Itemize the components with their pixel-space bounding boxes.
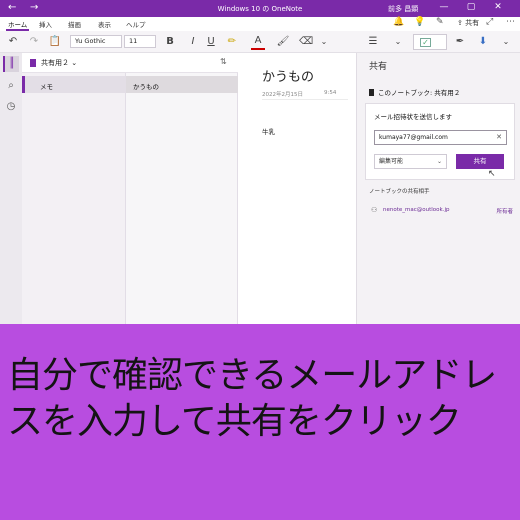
page-time: 9:54 [324, 90, 337, 96]
share-notebook-label: このノートブック: 共有用２ [378, 89, 461, 97]
maximize-button[interactable]: ▢ [463, 2, 479, 12]
title-underline [262, 99, 348, 100]
list-icon[interactable]: ☰ [366, 34, 380, 50]
font-color-icon[interactable]: A [251, 34, 265, 50]
bell-icon[interactable]: 🔔 [393, 17, 404, 27]
recent-clock-icon[interactable]: ◷ [3, 99, 19, 115]
share-top-button[interactable]: ⇪ 共有 [457, 18, 479, 28]
ribbon-toolbar: ↶ ↷ 📋 Yu Gothic 11 B I U ✏ A 🖌 ⌫ ⌄ ☰ ⌄ ✓… [0, 31, 520, 53]
clear-icon[interactable]: ✕ [496, 131, 502, 144]
onenote-window: ← → Windows 10 の OneNote 前多 昌顕 — ▢ ✕ ホーム… [0, 0, 520, 324]
email-input[interactable]: kumaya77@gmail.com ✕ [374, 130, 507, 145]
eraser-icon[interactable]: ⌫ [299, 34, 313, 50]
pages-pane: かうもの [126, 73, 238, 324]
close-button[interactable]: ✕ [490, 2, 506, 12]
clipboard-icon[interactable]: 📋 [48, 34, 62, 50]
member-email[interactable]: nenote_mac@outlook.jp [383, 207, 449, 213]
font-size-box[interactable]: 11 [124, 35, 156, 48]
caption-line-2: スを入力して共有をクリック [7, 401, 462, 442]
italic-button[interactable]: I [186, 34, 200, 50]
tab-draw[interactable]: 描画 [68, 19, 81, 29]
notebook-icon [30, 59, 36, 67]
notebook-name: 共有用２ ⌄ [41, 59, 78, 67]
page-label: かうもの [133, 83, 159, 91]
share-button[interactable]: 共有 [456, 154, 504, 169]
notebooks-icon[interactable]: ║ [3, 56, 19, 72]
minimize-button[interactable]: — [436, 2, 452, 12]
chevron-down-icon: ⌄ [436, 158, 442, 165]
notebook-header[interactable]: 共有用２ ⌄ ⇅ [22, 53, 238, 73]
member-row: ⚇ nenote_mac@outlook.jp 所有者 [369, 206, 517, 216]
tab-insert[interactable]: 挿入 [39, 19, 52, 29]
section-item[interactable]: メモ [22, 76, 126, 93]
tab-help[interactable]: ヘルプ [126, 19, 146, 29]
email-input-value: kumaya77@gmail.com [379, 134, 448, 141]
section-label: メモ [40, 83, 53, 91]
underline-button[interactable]: U [204, 34, 218, 50]
invite-label: メール招待状を送信します [374, 113, 452, 121]
tag-style-box[interactable]: ✓ [413, 34, 447, 50]
section-color-mark [22, 76, 25, 93]
note-canvas[interactable]: かうもの 2022年2月15日 9:54 牛乳 [238, 53, 356, 324]
person-icon: ⚇ [371, 206, 378, 214]
tab-home[interactable]: ホーム [5, 19, 30, 31]
more-icon[interactable]: ⋯ [506, 17, 515, 27]
pen-icon[interactable]: ✎ [436, 17, 444, 27]
checkbox-tag-icon: ✓ [420, 38, 431, 47]
expand-icon[interactable]: ⤢ [486, 17, 493, 27]
list-chevron-icon[interactable]: ⌄ [392, 34, 404, 50]
permission-value: 編集可能 [379, 158, 404, 165]
members-heading: ノートブックの共有相手 [369, 189, 430, 195]
ribbon-tabs: ホーム 挿入 描画 表示 ヘルプ 🔔 💡 ✎ ⇪ 共有 ⤢ ⋯ [0, 17, 520, 31]
share-icon: ⇪ [457, 19, 466, 27]
font-name-box[interactable]: Yu Gothic [70, 35, 122, 48]
highlighter-icon[interactable]: ✏ [225, 34, 239, 50]
toolbar-chevron-icon[interactable]: ⌄ [500, 34, 512, 50]
caption-band: 自分で確認できるメールアドレ スを入力して共有をクリック [0, 324, 520, 520]
search-icon[interactable]: ⌕ [3, 78, 19, 94]
page-title[interactable]: かうもの [262, 66, 314, 85]
format-painter-icon[interactable]: 🖌 [276, 34, 290, 50]
page-body-text[interactable]: 牛乳 [262, 126, 275, 136]
undo-icon[interactable]: ↶ [5, 34, 21, 50]
share-top-label: 共有 [465, 19, 480, 27]
sort-icon[interactable]: ⇅ [220, 57, 227, 66]
sections-pane: メモ [22, 73, 126, 324]
pen-tool-icon[interactable]: ✒ [453, 34, 467, 50]
notebook-book-icon [369, 89, 374, 96]
chevron-down-icon[interactable]: ⌄ [318, 34, 330, 50]
mouse-cursor-icon: ↖ [488, 169, 496, 179]
tab-view[interactable]: 表示 [98, 19, 111, 29]
permission-dropdown[interactable]: 編集可能 ⌄ [374, 154, 447, 169]
download-icon[interactable]: ⬇ [476, 34, 490, 50]
user-name[interactable]: 前多 昌顕 [388, 4, 418, 14]
share-notebook-row: このノートブック: 共有用２ [369, 87, 460, 97]
bold-button[interactable]: B [163, 34, 177, 50]
member-role[interactable]: 所有者 [496, 207, 513, 215]
lightbulb-icon[interactable]: 💡 [414, 17, 425, 27]
page-item[interactable]: かうもの [126, 76, 238, 93]
title-bar: ← → Windows 10 の OneNote 前多 昌顕 — ▢ ✕ [0, 0, 520, 17]
notebook-name-text: 共有用２ [41, 59, 69, 67]
page-date: 2022年2月15日 [262, 92, 303, 98]
caption-line-1: 自分で確認できるメールアドレ [7, 355, 497, 396]
redo-icon[interactable]: ↷ [26, 34, 42, 50]
share-pane: 共有 このノートブック: 共有用２ メール招待状を送信します kumaya77@… [356, 53, 520, 324]
navigation-strip: ║ ⌕ ◷ [0, 53, 22, 324]
share-pane-heading: 共有 [369, 62, 388, 72]
